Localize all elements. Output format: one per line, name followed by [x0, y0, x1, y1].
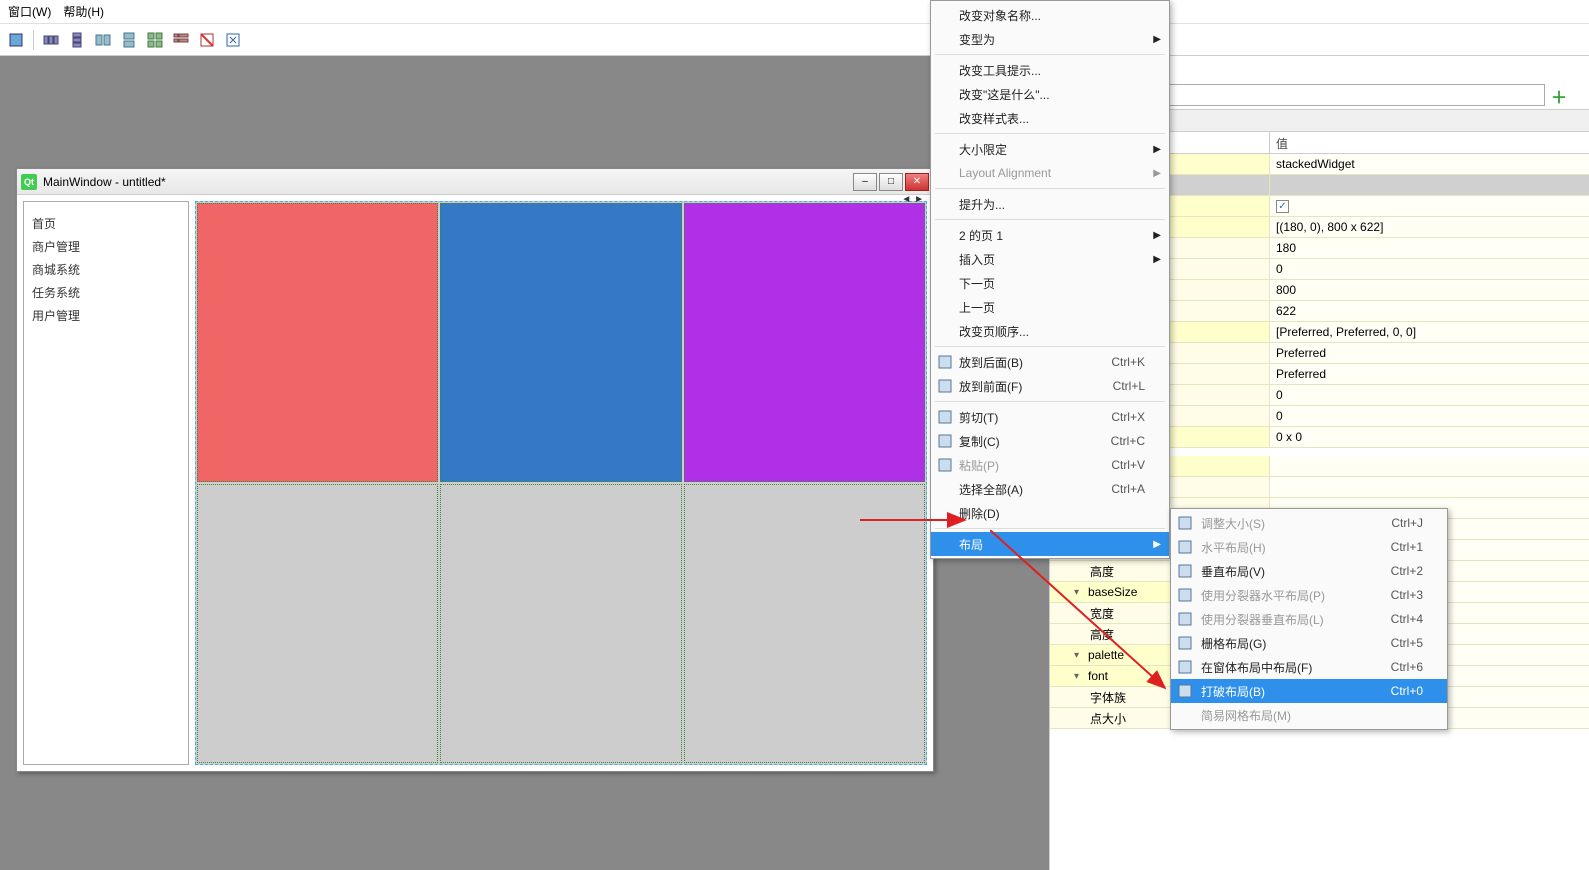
list-item[interactable]: 任务系统: [32, 281, 180, 304]
menu-item[interactable]: 改变工具提示...: [931, 58, 1169, 82]
hsplit-icon: [1177, 587, 1193, 603]
close-button[interactable]: ✕: [905, 173, 929, 191]
adjust-size-icon[interactable]: [221, 28, 245, 52]
prop-col-value: 值: [1270, 132, 1294, 153]
add-button-icon[interactable]: ＋: [1551, 84, 1569, 102]
vbox-icon: [1177, 563, 1193, 579]
menubar: 窗口(W) 帮助(H): [0, 0, 1589, 24]
menu-item[interactable]: 放到后面(B)Ctrl+K: [931, 350, 1169, 374]
menu-item: Layout Alignment▶: [931, 161, 1169, 185]
menu-separator: [935, 346, 1165, 347]
form-window[interactable]: Qt MainWindow - untitled* – □ ✕ 首页 商户管理 …: [16, 168, 934, 772]
menu-item[interactable]: 改变页顺序...: [931, 319, 1169, 343]
list-item[interactable]: 商户管理: [32, 235, 180, 258]
break-layout-icon[interactable]: [195, 28, 219, 52]
window-title: MainWindow - untitled*: [43, 175, 853, 189]
menu-item[interactable]: 放到前面(F)Ctrl+L: [931, 374, 1169, 398]
layout-submenu[interactable]: 调整大小(S)Ctrl+J水平布局(H)Ctrl+1垂直布局(V)Ctrl+2使…: [1170, 508, 1448, 730]
menu-separator: [935, 133, 1165, 134]
menu-item[interactable]: 变型为▶: [931, 27, 1169, 51]
maximize-button[interactable]: □: [879, 173, 903, 191]
resize-icon: [1177, 515, 1193, 531]
menu-item[interactable]: 复制(C)Ctrl+C: [931, 429, 1169, 453]
menu-item[interactable]: 在窗体布局中布局(F)Ctrl+6: [1171, 655, 1447, 679]
menu-separator: [935, 54, 1165, 55]
back-icon: [937, 354, 953, 370]
cut-icon: [937, 409, 953, 425]
menu-item[interactable]: 下一页: [931, 271, 1169, 295]
menu-item[interactable]: 大小限定▶: [931, 137, 1169, 161]
vsplit-icon: [1177, 611, 1193, 627]
paste-icon: [937, 457, 953, 473]
toolbar: [0, 24, 1589, 56]
menu-item[interactable]: 栅格布局(G)Ctrl+5: [1171, 631, 1447, 655]
layout-grid-icon[interactable]: [143, 28, 167, 52]
menu-separator: [935, 401, 1165, 402]
chevron-right-icon: ▶: [1153, 168, 1161, 179]
grid-icon: [1177, 635, 1193, 651]
menu-separator: [935, 188, 1165, 189]
menu-item: 使用分裂器水平布局(P)Ctrl+3: [1171, 583, 1447, 607]
chevron-right-icon: ▶: [1153, 539, 1161, 550]
menu-item[interactable]: 2 的页 1▶: [931, 223, 1169, 247]
menu-item[interactable]: 选择全部(A)Ctrl+A: [931, 477, 1169, 501]
menu-item: 使用分裂器垂直布局(L)Ctrl+4: [1171, 607, 1447, 631]
menu-item: 粘贴(P)Ctrl+V: [931, 453, 1169, 477]
menu-help[interactable]: 帮助(H): [63, 3, 104, 20]
qt-icon: Qt: [21, 174, 37, 190]
checkbox[interactable]: ✓: [1276, 200, 1289, 213]
copy-icon: [937, 433, 953, 449]
menu-item[interactable]: 上一页: [931, 295, 1169, 319]
menu-item[interactable]: 删除(D): [931, 501, 1169, 525]
sidebar-listwidget[interactable]: 首页 商户管理 商城系统 任务系统 用户管理: [23, 201, 189, 765]
break-icon: [1177, 683, 1193, 699]
layout-vbox-icon[interactable]: [65, 28, 89, 52]
menu-window[interactable]: 窗口(W): [8, 3, 51, 20]
design-canvas[interactable]: Qt MainWindow - untitled* – □ ✕ 首页 商户管理 …: [0, 56, 1049, 870]
chevron-right-icon: ▶: [1153, 144, 1161, 155]
menu-separator: [935, 219, 1165, 220]
menu-item[interactable]: 打破布局(B)Ctrl+0: [1171, 679, 1447, 703]
separator: [33, 30, 34, 50]
layout-hbox-icon[interactable]: [39, 28, 63, 52]
form-icon: [1177, 659, 1193, 675]
menu-item[interactable]: 改变对象名称...: [931, 3, 1169, 27]
menu-item: 水平布局(H)Ctrl+1: [1171, 535, 1447, 559]
chevron-right-icon: ▶: [1153, 34, 1161, 45]
page-nav-arrows[interactable]: ◄ ►: [901, 194, 924, 205]
front-icon: [937, 378, 953, 394]
menu-item[interactable]: 改变样式表...: [931, 106, 1169, 130]
menu-separator: [935, 528, 1165, 529]
menu-item[interactable]: 改变"这是什么"...: [931, 82, 1169, 106]
frame-purple[interactable]: [684, 203, 925, 482]
layout-hsplit-icon[interactable]: [91, 28, 115, 52]
edit-widgets-icon[interactable]: [4, 28, 28, 52]
context-menu[interactable]: 改变对象名称...变型为▶ 改变工具提示...改变"这是什么"...改变样式表..…: [930, 0, 1170, 559]
minimize-button[interactable]: –: [853, 173, 877, 191]
menu-item[interactable]: 剪切(T)Ctrl+X: [931, 405, 1169, 429]
chevron-right-icon: ▶: [1153, 230, 1161, 241]
menu-item[interactable]: 插入页▶: [931, 247, 1169, 271]
stacked-widget-grid[interactable]: ◄ ►: [195, 201, 927, 765]
frame-empty[interactable]: [440, 484, 681, 763]
menu-item: 简易网格布局(M): [1171, 703, 1447, 727]
frame-empty[interactable]: [197, 484, 438, 763]
menu-item[interactable]: 提升为...: [931, 192, 1169, 216]
frame-red[interactable]: [197, 203, 438, 482]
menu-item[interactable]: 布局▶: [931, 532, 1169, 556]
chevron-right-icon: ▶: [1153, 254, 1161, 265]
menu-item[interactable]: 垂直布局(V)Ctrl+2: [1171, 559, 1447, 583]
hbox-icon: [1177, 539, 1193, 555]
frame-empty[interactable]: [684, 484, 925, 763]
list-item[interactable]: 商城系统: [32, 258, 180, 281]
form-titlebar: Qt MainWindow - untitled* – □ ✕: [17, 169, 933, 195]
layout-form-icon[interactable]: [169, 28, 193, 52]
list-item[interactable]: 用户管理: [32, 304, 180, 327]
layout-vsplit-icon[interactable]: [117, 28, 141, 52]
list-item[interactable]: 首页: [32, 212, 180, 235]
menu-item: 调整大小(S)Ctrl+J: [1171, 511, 1447, 535]
frame-blue[interactable]: [440, 203, 681, 482]
